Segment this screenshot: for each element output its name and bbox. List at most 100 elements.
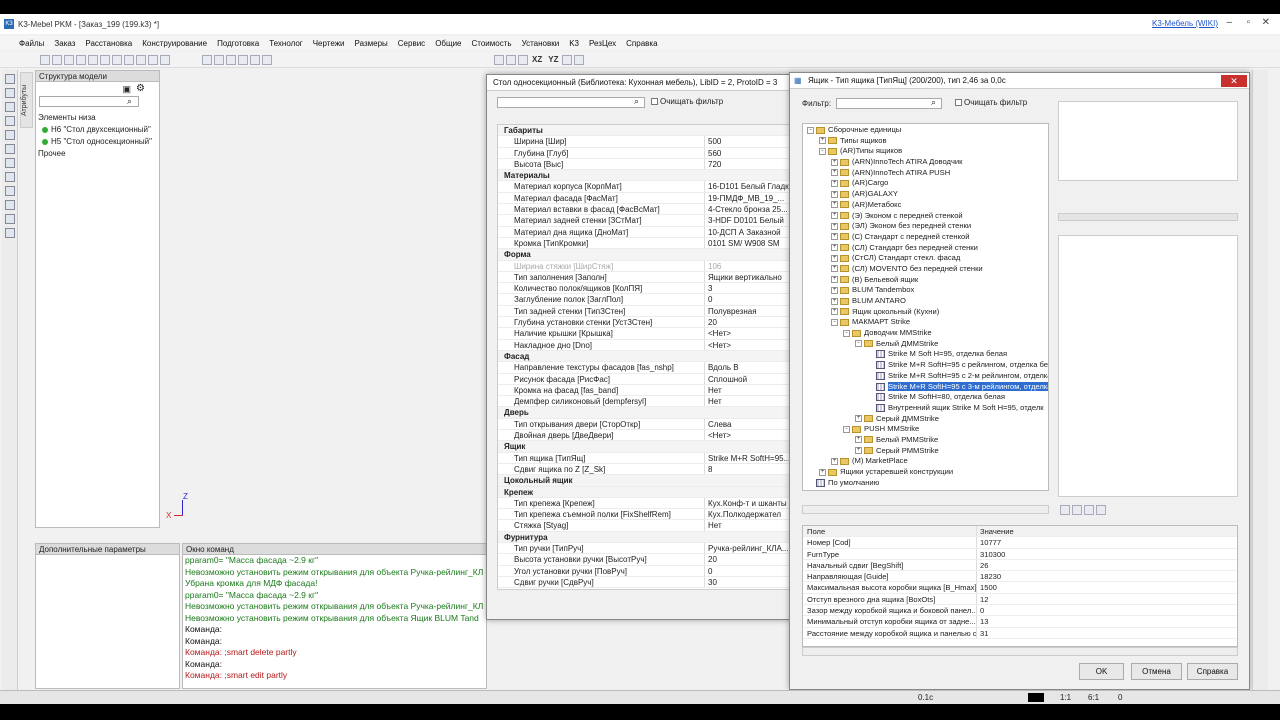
prop-row[interactable]: Минимальный отступ коробки ящика от задн… xyxy=(803,616,1237,628)
cut-icon[interactable] xyxy=(100,54,110,65)
param-category[interactable]: Крепеж xyxy=(498,486,791,498)
param-category[interactable]: Цокольный ящик xyxy=(498,475,791,487)
expand-node-icon[interactable]: + xyxy=(831,297,838,305)
param-value[interactable]: 3 xyxy=(704,283,791,294)
close-icon[interactable]: ✕ xyxy=(1262,17,1270,28)
prop-row[interactable]: Начальный сдвиг [BegShift] 26 xyxy=(803,559,1237,572)
expand-node-icon[interactable]: + xyxy=(831,212,838,219)
param-row[interactable]: Двойная дверь [ДвеДвери] <Нет> xyxy=(498,430,791,442)
param-value[interactable]: 8 xyxy=(704,463,791,475)
pan-icon[interactable] xyxy=(148,54,158,65)
param-value[interactable]: Кух.Полкодержател xyxy=(704,509,791,520)
save-icon[interactable] xyxy=(64,54,74,65)
param-value[interactable]: Слева xyxy=(704,418,791,429)
tree-node[interactable]: + (AR)Метабокс xyxy=(803,200,1048,211)
text-tool-icon[interactable] xyxy=(5,228,15,238)
tree-node[interactable]: Strike M+R SoftH=95 с 3-м рейлингом, отд… xyxy=(803,381,1048,393)
param-value[interactable]: Ручка-рейлинг_КЛА... xyxy=(704,542,791,554)
paste-icon[interactable] xyxy=(124,54,134,65)
tree-node[interactable]: + (AR)GALAXY xyxy=(803,189,1048,200)
tree-node[interactable]: Strike M SoftH=80, отделка белая xyxy=(803,392,1048,403)
param-row[interactable]: Тип ящика [ТипЯщ] Strike M+R SoftH=95... xyxy=(498,452,791,464)
grid-icon[interactable] xyxy=(202,54,212,65)
menu-item[interactable]: Технолог xyxy=(264,39,308,48)
menu-item[interactable]: Общие xyxy=(430,39,466,48)
dialog-close-button[interactable]: ✕ xyxy=(1221,75,1247,87)
expand-node-icon[interactable]: + xyxy=(831,286,838,294)
tree-node[interactable]: + (Э) Эконом с передней стенкой xyxy=(803,211,1048,222)
prop-row[interactable]: Отступ врезного дна ящика [BoxOts] 12 xyxy=(803,593,1237,606)
param-value[interactable]: 0 xyxy=(704,294,791,305)
search-icon[interactable]: ⌕ xyxy=(931,97,936,108)
param-row[interactable]: Сдвиг ручки [СдвРуч] 30 xyxy=(498,576,791,589)
tree-node[interactable]: + Типы ящиков xyxy=(803,136,1048,147)
rotate-tool-icon[interactable] xyxy=(5,130,15,140)
view-side-icon[interactable] xyxy=(238,54,248,65)
tree-node[interactable]: + (AR)Cargo xyxy=(803,178,1048,189)
param-value[interactable]: <Нет> xyxy=(704,430,791,441)
tree-item[interactable]: H6 "Стол двухсекционный" xyxy=(38,124,159,136)
menu-item[interactable]: Заказ xyxy=(49,39,80,48)
param-value[interactable]: Полуврезная xyxy=(704,305,791,317)
view-xz-button[interactable]: XZ xyxy=(530,55,544,64)
prop-row[interactable]: Расстояние между коробкой ящика и панель… xyxy=(803,627,1237,639)
expand-node-icon[interactable]: + xyxy=(831,201,838,209)
param-category[interactable]: Фурнитура xyxy=(498,531,791,543)
layers-icon[interactable] xyxy=(574,54,585,65)
expand-node-icon[interactable]: + xyxy=(855,436,862,444)
param-row[interactable]: Материал вставки в фасад [ФасВсМат] 4-Сте… xyxy=(498,204,791,216)
param-value[interactable]: 0101 SM/ W908 SM xyxy=(704,237,791,249)
move-icon[interactable] xyxy=(5,88,15,98)
light-icon[interactable] xyxy=(518,54,528,65)
param-row[interactable]: Кромка [ТипКромки] 0101 SM/ W908 SM xyxy=(498,237,791,250)
param-category[interactable]: Дверь xyxy=(498,407,791,419)
param-value[interactable]: Нет xyxy=(704,384,791,396)
prop-row[interactable]: Зазор между коробкой ящика и боковой пан… xyxy=(803,605,1237,617)
param-value[interactable]: 720 xyxy=(704,158,791,170)
undo-icon[interactable] xyxy=(76,54,86,65)
view-top-icon[interactable] xyxy=(226,54,236,65)
param-row[interactable]: Кромка на фасад [fas_band] Нет xyxy=(498,384,791,397)
expand-node-icon[interactable]: + xyxy=(831,179,838,187)
param-value[interactable]: 19-ПМДФ_МВ_19_... xyxy=(704,192,791,204)
menu-item[interactable]: Файлы xyxy=(14,39,49,48)
param-row[interactable]: Демпфер силиконовый [dempfersyl] Нет xyxy=(498,396,791,408)
param-value[interactable]: Кух.Конф-т и шканты xyxy=(704,497,791,509)
structure-section[interactable]: Элементы низа xyxy=(38,112,159,124)
ok-button[interactable]: OK xyxy=(1079,663,1124,680)
param-row[interactable]: Ширина [Шир] 500 xyxy=(498,136,791,148)
prop-row[interactable]: Максимальная высота коробки ящика [B_Hma… xyxy=(803,582,1237,594)
info-icon[interactable] xyxy=(5,102,15,112)
tree-node[interactable]: - PUSH MMStrike xyxy=(803,424,1048,435)
handle-icon[interactable] xyxy=(5,186,15,196)
param-value[interactable]: 20 xyxy=(704,317,791,328)
render-icon[interactable] xyxy=(262,54,272,65)
search-icon[interactable]: ⌕ xyxy=(634,96,639,107)
shelf-icon[interactable] xyxy=(5,200,15,210)
param-value[interactable]: 16-D101 Белый Гладкий xyxy=(704,181,791,192)
param-category[interactable]: Форма xyxy=(498,249,791,261)
param-value[interactable]: Нет xyxy=(704,520,791,531)
menu-item[interactable]: Справка xyxy=(621,39,662,48)
param-value[interactable]: 106 xyxy=(704,260,791,271)
tree-node[interactable]: + BLUM ANTARO xyxy=(803,296,1048,307)
help-button[interactable]: Справка xyxy=(1187,663,1238,680)
tree-node[interactable]: - Доводчик MMStrike xyxy=(803,328,1048,339)
tree-node[interactable]: Strike M Soft H=95, отделка белая xyxy=(803,349,1048,360)
copy-icon[interactable] xyxy=(112,54,122,65)
param-row[interactable]: Высота [Выс] 720 xyxy=(498,158,791,171)
panel-icon[interactable] xyxy=(5,158,15,168)
menu-item[interactable]: Стоимость xyxy=(467,39,517,48)
view-gear-icon[interactable] xyxy=(1096,505,1106,515)
prop-row[interactable]: Направляющая [Guide] 18230 xyxy=(803,571,1237,583)
param-row[interactable]: Тип ручки [ТипРуч] Ручка-рейлинг_КЛА... xyxy=(498,542,791,555)
tree-node[interactable]: + Белый РММStrike xyxy=(803,435,1048,446)
menu-item[interactable]: Конструирование xyxy=(137,39,212,48)
tree-node[interactable]: + (ARN)InnoTech ATIRA Доводчик xyxy=(803,157,1048,168)
props-hscroll[interactable] xyxy=(802,647,1238,656)
view-iso-icon[interactable] xyxy=(250,54,260,65)
view-front-icon[interactable] xyxy=(214,54,224,65)
param-row[interactable]: Тип заполнения [Заполн] Ящики вертикально xyxy=(498,271,791,284)
tree-node[interactable]: + Серый ДММStrike xyxy=(803,414,1048,425)
wire-icon[interactable] xyxy=(494,54,504,65)
